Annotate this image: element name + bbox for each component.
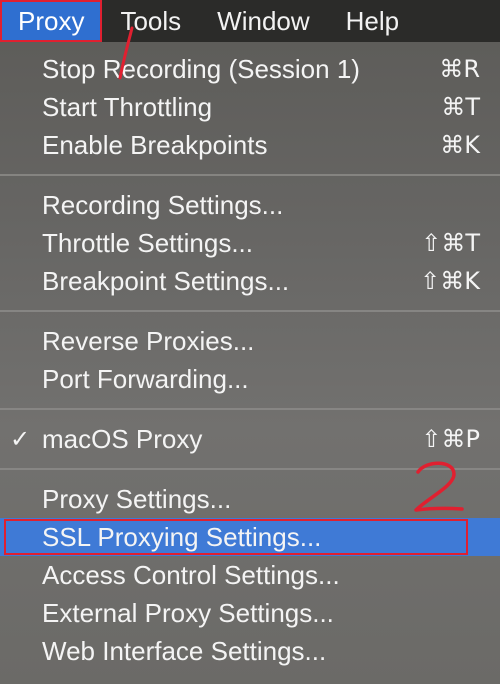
menu-separator bbox=[0, 408, 500, 410]
menu-item-label: Reverse Proxies... bbox=[42, 326, 255, 356]
menu-item-label: Stop Recording (Session 1) bbox=[42, 54, 360, 84]
menu-separator bbox=[0, 310, 500, 312]
menu-item-label: SSL Proxying Settings... bbox=[42, 522, 322, 552]
menu-item-shortcut: ⇧⌘T bbox=[421, 229, 480, 257]
menu-item-enable-breakpoints[interactable]: Enable Breakpoints ⌘K bbox=[0, 126, 500, 164]
menu-item-label: Enable Breakpoints bbox=[42, 130, 268, 160]
menu-item-label: Proxy Settings... bbox=[42, 484, 232, 514]
menu-separator bbox=[0, 468, 500, 470]
proxy-dropdown-menu: Stop Recording (Session 1) ⌘R Start Thro… bbox=[0, 42, 500, 684]
menubar-window[interactable]: Window bbox=[199, 0, 327, 42]
menu-item-label: Web Interface Settings... bbox=[42, 636, 327, 666]
menu-item-label: Recording Settings... bbox=[42, 190, 284, 220]
checkmark-icon: ✓ bbox=[10, 425, 31, 453]
menu-item-external-proxy-settings[interactable]: External Proxy Settings... bbox=[0, 594, 500, 632]
menu-item-shortcut: ⇧⌘K bbox=[420, 267, 480, 295]
menu-item-label: macOS Proxy bbox=[42, 424, 203, 454]
menu-item-label: Start Throttling bbox=[42, 92, 213, 122]
menu-item-reverse-proxies[interactable]: Reverse Proxies... bbox=[0, 322, 500, 360]
menu-item-macos-proxy[interactable]: ✓ macOS Proxy ⇧⌘P bbox=[0, 420, 500, 458]
menu-item-label: Breakpoint Settings... bbox=[42, 266, 290, 296]
menu-item-start-throttling[interactable]: Start Throttling ⌘T bbox=[0, 88, 500, 126]
menu-item-proxy-settings[interactable]: Proxy Settings... bbox=[0, 480, 500, 518]
menu-item-shortcut: ⌘K bbox=[440, 131, 480, 159]
menu-item-stop-recording[interactable]: Stop Recording (Session 1) ⌘R bbox=[0, 50, 500, 88]
menu-item-shortcut: ⌘T bbox=[441, 93, 480, 121]
menu-item-port-forwarding[interactable]: Port Forwarding... bbox=[0, 360, 500, 398]
menu-separator bbox=[0, 174, 500, 176]
menu-item-recording-settings[interactable]: Recording Settings... bbox=[0, 186, 500, 224]
menu-item-label: External Proxy Settings... bbox=[42, 598, 334, 628]
menu-item-access-control-settings[interactable]: Access Control Settings... bbox=[0, 556, 500, 594]
menubar-help[interactable]: Help bbox=[328, 0, 417, 42]
menubar-proxy[interactable]: Proxy bbox=[0, 0, 103, 42]
menubar-tools[interactable]: Tools bbox=[102, 0, 199, 42]
menu-item-shortcut: ⌘R bbox=[439, 55, 480, 83]
menu-item-ssl-proxying-settings[interactable]: SSL Proxying Settings... bbox=[0, 518, 500, 556]
menu-item-throttle-settings[interactable]: Throttle Settings... ⇧⌘T bbox=[0, 224, 500, 262]
menu-bar: Proxy Tools Window Help bbox=[0, 0, 500, 42]
menu-item-label: Port Forwarding... bbox=[42, 364, 249, 394]
menu-item-breakpoint-settings[interactable]: Breakpoint Settings... ⇧⌘K bbox=[0, 262, 500, 300]
menu-item-label: Throttle Settings... bbox=[42, 228, 253, 258]
menu-item-web-interface-settings[interactable]: Web Interface Settings... bbox=[0, 632, 500, 670]
menu-item-shortcut: ⇧⌘P bbox=[421, 425, 480, 453]
menu-item-label: Access Control Settings... bbox=[42, 560, 340, 590]
